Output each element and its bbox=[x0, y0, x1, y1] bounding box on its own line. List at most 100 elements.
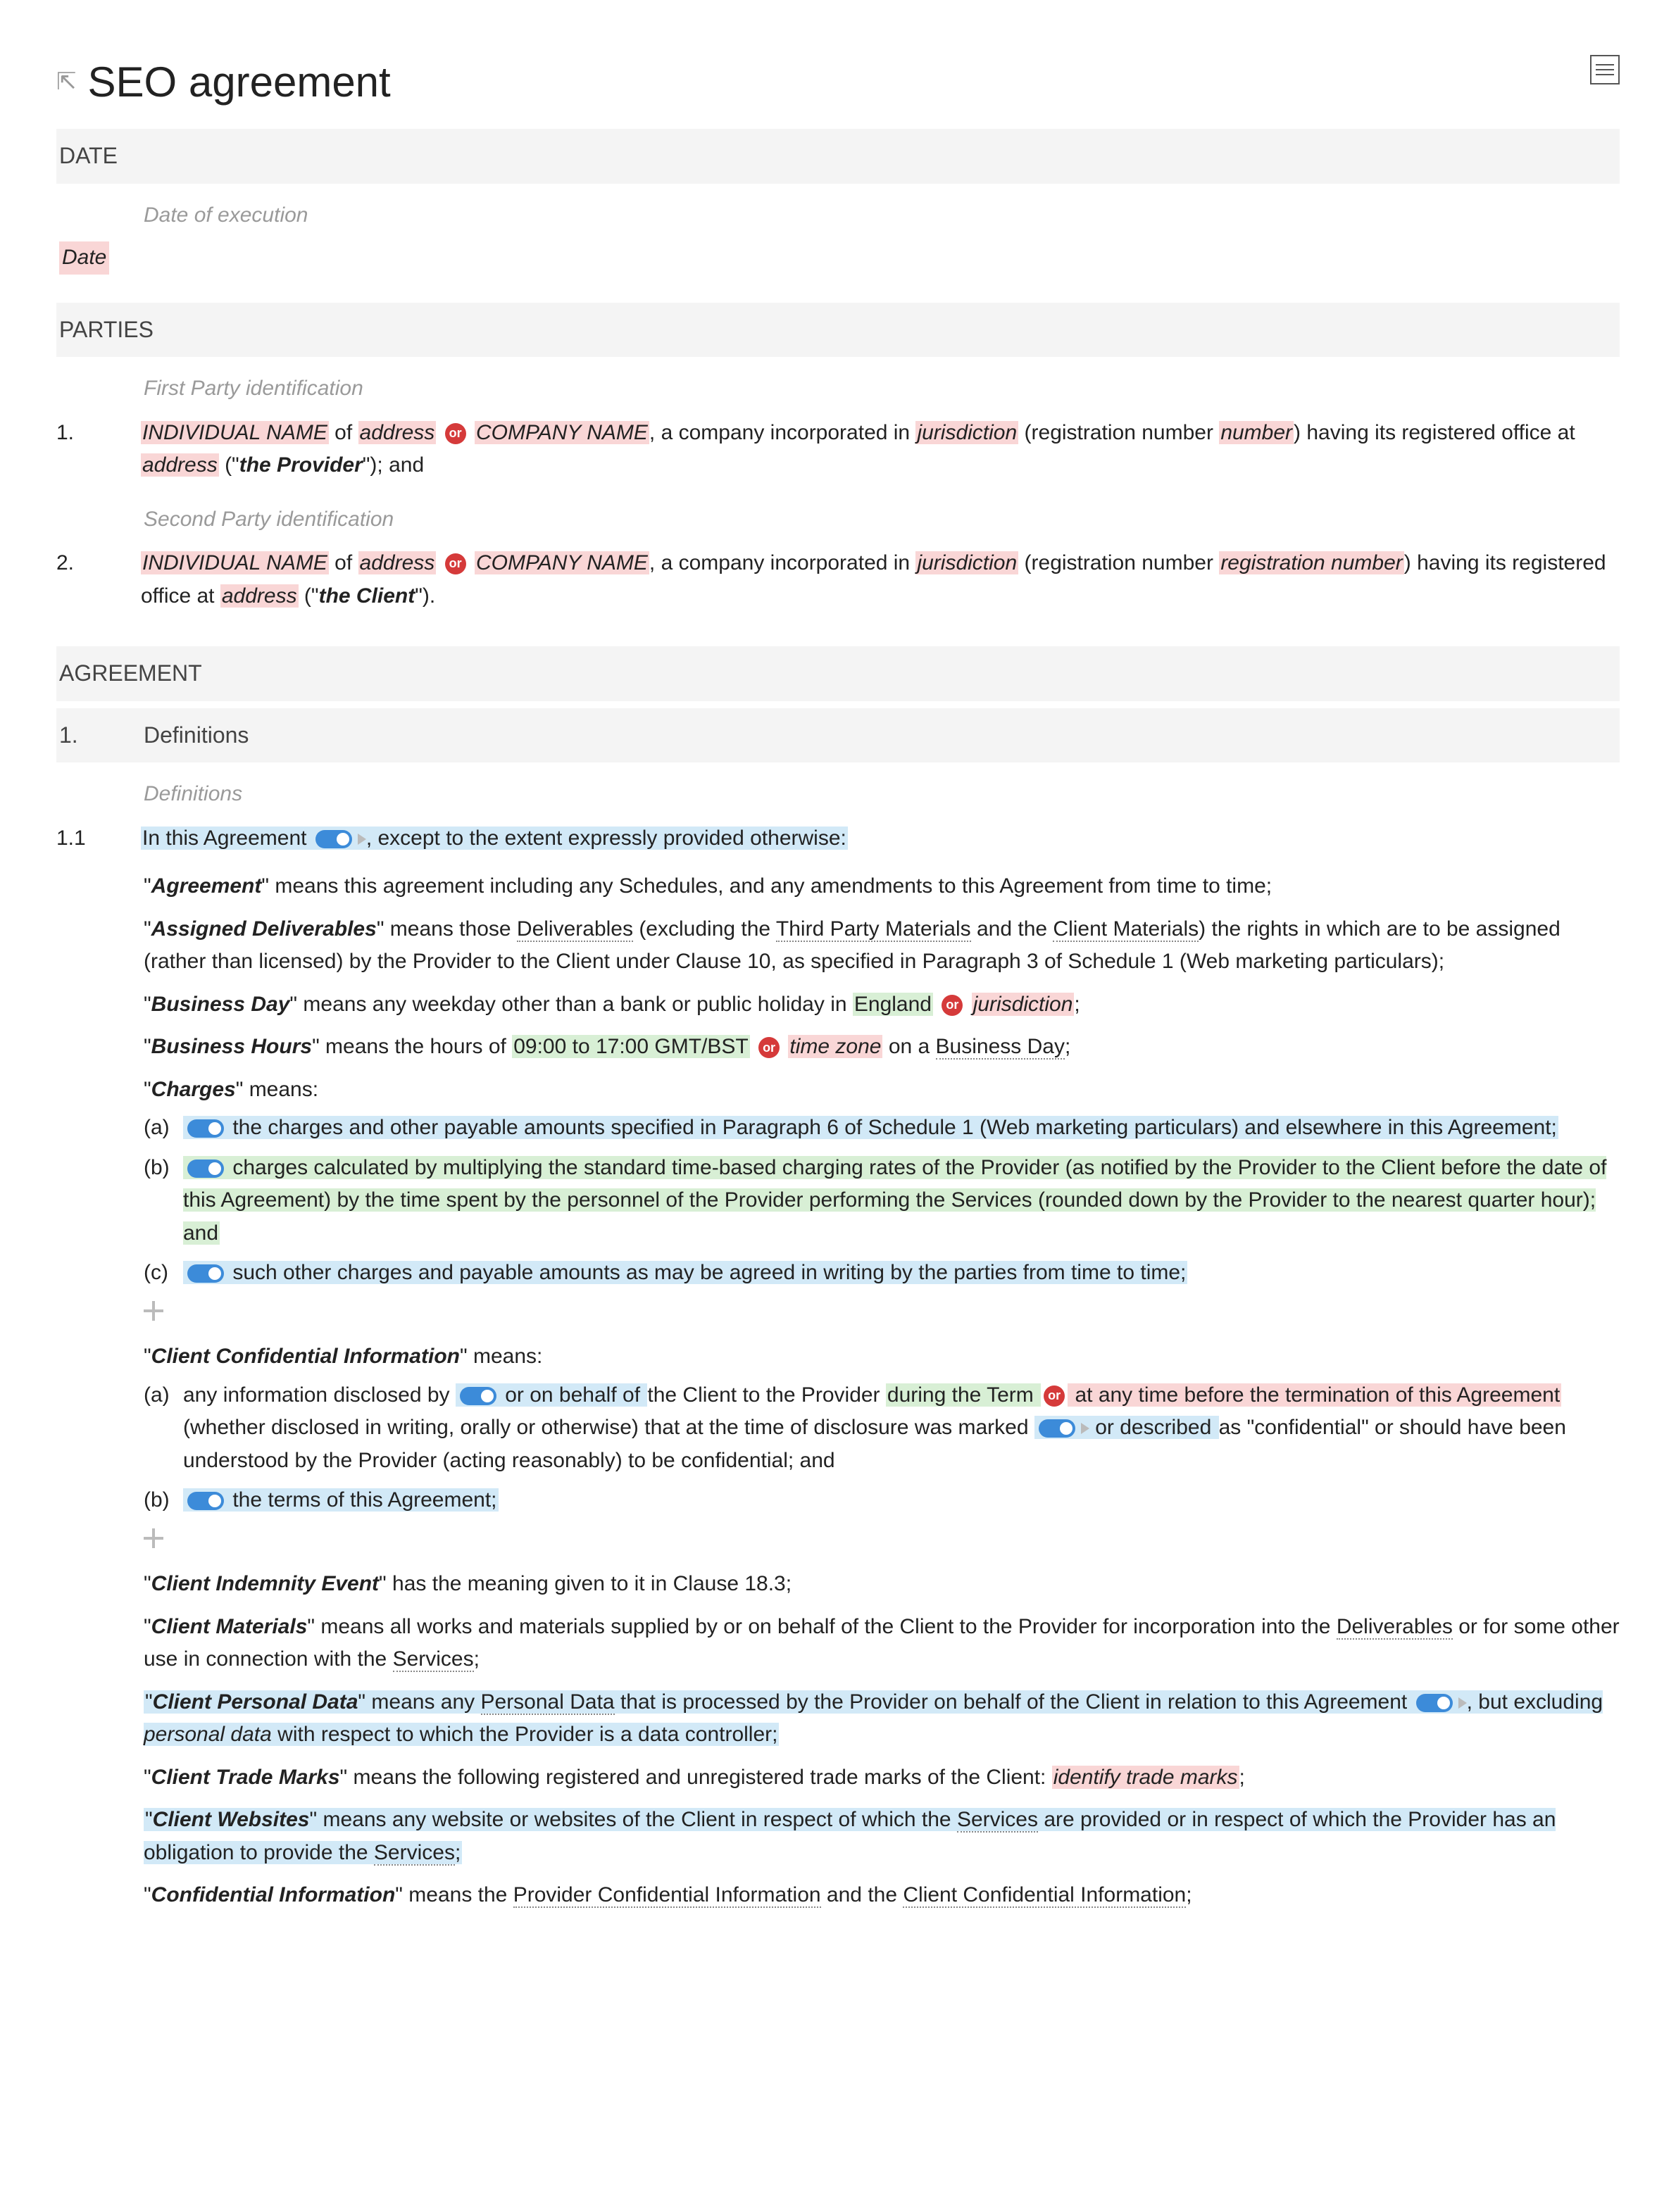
p2-defopen: (" bbox=[299, 584, 319, 608]
p1-defclose: "); and bbox=[363, 453, 424, 477]
party1-hint: First Party identification bbox=[56, 357, 1620, 411]
cie-body: " has the meaning given to it in Clause … bbox=[379, 1572, 792, 1595]
party1-content: INDIVIDUAL NAME of address or COMPANY NA… bbox=[141, 417, 1620, 482]
clause1-num: 1. bbox=[59, 718, 123, 753]
add-icon[interactable] bbox=[144, 1301, 163, 1321]
charges-b: (b) charges calculated by multiplying th… bbox=[144, 1152, 1620, 1250]
cci-b-letter: (b) bbox=[144, 1484, 175, 1517]
term-assigned: Assigned Deliverables bbox=[151, 917, 377, 941]
term-ci: Confidential Information bbox=[151, 1883, 396, 1906]
p2-address2[interactable]: address bbox=[220, 584, 299, 608]
or-badge[interactable]: or bbox=[758, 1037, 780, 1058]
p1-deflabel: the Provider bbox=[239, 453, 363, 477]
cpd-b3: , but excluding bbox=[1467, 1690, 1603, 1714]
p2-number[interactable]: registration number bbox=[1219, 551, 1403, 574]
toggle-icon[interactable] bbox=[187, 1119, 224, 1138]
toggle-icon[interactable] bbox=[187, 1160, 224, 1178]
bhours-tz[interactable]: time zone bbox=[788, 1035, 882, 1058]
term-cpd: Client Personal Data bbox=[153, 1690, 358, 1714]
date-hint: Date of execution bbox=[56, 184, 1620, 238]
cm-d2[interactable]: Services bbox=[393, 1647, 474, 1672]
ci-mid: and the bbox=[821, 1883, 903, 1906]
c11-lead-wrap: In this Agreement , except to the extent… bbox=[141, 827, 848, 850]
cci-a: (a) any information disclosed by or on b… bbox=[144, 1379, 1620, 1478]
def-bday: "Business Day" means any weekday other t… bbox=[56, 988, 1620, 1022]
def-cm: "Client Materials" means all works and m… bbox=[56, 1611, 1620, 1676]
p2-company[interactable]: COMPANY NAME bbox=[475, 551, 649, 574]
cci-a4[interactable]: during the Term bbox=[886, 1383, 1041, 1407]
document-title: ⇱ SEO agreement bbox=[56, 49, 1620, 115]
p1-company[interactable]: COMPANY NAME bbox=[475, 421, 649, 444]
def-agreement: "Agreement" means this agreement includi… bbox=[56, 870, 1620, 903]
assigned-d1[interactable]: Deliverables bbox=[517, 917, 633, 942]
party-row-2: 2. INDIVIDUAL NAME of address or COMPANY… bbox=[56, 541, 1620, 618]
date-field[interactable]: Date bbox=[59, 241, 109, 275]
or-badge[interactable]: or bbox=[445, 423, 466, 444]
p1-individual[interactable]: INDIVIDUAL NAME bbox=[141, 421, 329, 444]
toggle-icon[interactable] bbox=[315, 830, 352, 848]
add-icon[interactable] bbox=[144, 1528, 163, 1548]
assigned-m1: (excluding the bbox=[633, 917, 776, 941]
cpd-d1[interactable]: Personal Data bbox=[481, 1690, 615, 1715]
def-cw: "Client Websites" means any website or w… bbox=[56, 1804, 1620, 1869]
cw-end: ; bbox=[455, 1841, 461, 1864]
charges-a-letter: (a) bbox=[144, 1112, 175, 1145]
clause-1-1: 1.1 In this Agreement , except to the ex… bbox=[56, 817, 1620, 861]
p2-inc: , a company incorporated in bbox=[649, 551, 916, 574]
cci-b: (b) the terms of this Agreement; bbox=[144, 1484, 1620, 1517]
or-badge[interactable]: or bbox=[1044, 1385, 1065, 1407]
p1-address2[interactable]: address bbox=[141, 453, 219, 477]
toggle-icon[interactable] bbox=[460, 1387, 496, 1405]
party2-hint: Second Party identification bbox=[56, 488, 1620, 542]
toggle-icon[interactable] bbox=[187, 1264, 224, 1283]
p1-juris[interactable]: jurisdiction bbox=[915, 421, 1018, 444]
assigned-pre: " means those bbox=[377, 917, 517, 941]
body-agreement: " means this agreement including any Sch… bbox=[261, 874, 1272, 898]
charges-body: " means: bbox=[236, 1078, 318, 1101]
ctm-var[interactable]: identify trade marks bbox=[1052, 1766, 1239, 1789]
toggle-icon[interactable] bbox=[1039, 1419, 1075, 1438]
p2-individual[interactable]: INDIVIDUAL NAME bbox=[141, 551, 329, 574]
toggle-icon[interactable] bbox=[187, 1492, 224, 1510]
term-bday: Business Day bbox=[151, 993, 290, 1016]
p2-regopen: (registration number bbox=[1018, 551, 1219, 574]
p2-deflabel: the Client bbox=[319, 584, 415, 608]
def-assigned: "Assigned Deliverables" means those Deli… bbox=[56, 913, 1620, 979]
c11-tail: , except to the extent expressly provide… bbox=[366, 827, 846, 850]
play-icon bbox=[1458, 1697, 1467, 1709]
def-charges: "Charges" means: (a) the charges and oth… bbox=[56, 1074, 1620, 1331]
cw-b1: " means any website or websites of the C… bbox=[310, 1808, 957, 1831]
or-badge[interactable]: or bbox=[942, 995, 963, 1016]
party1-number: 1. bbox=[56, 417, 120, 482]
external-link-icon: ⇱ bbox=[56, 63, 77, 101]
assigned-m2: and the bbox=[971, 917, 1053, 941]
term-cie: Client Indemnity Event bbox=[151, 1572, 379, 1595]
toc-icon[interactable] bbox=[1590, 55, 1620, 84]
bday-england[interactable]: England bbox=[853, 993, 933, 1016]
p1-regclose: ) having its registered office at bbox=[1294, 421, 1575, 444]
ci-d2[interactable]: Client Confidential Information bbox=[903, 1883, 1186, 1908]
clause-1-header: 1. Definitions bbox=[56, 708, 1620, 763]
toggle-icon[interactable] bbox=[1416, 1694, 1453, 1712]
bday-juris[interactable]: jurisdiction bbox=[972, 993, 1075, 1016]
p2-juris[interactable]: jurisdiction bbox=[915, 551, 1018, 574]
cci-a5[interactable]: at any time before the termination of th… bbox=[1068, 1383, 1561, 1407]
term-cw: Client Websites bbox=[153, 1808, 310, 1831]
or-badge[interactable]: or bbox=[445, 553, 466, 574]
bhours-bd[interactable]: Business Day bbox=[936, 1035, 1065, 1060]
bhours-time[interactable]: 09:00 to 17:00 GMT/BST bbox=[512, 1035, 750, 1058]
cw-s1[interactable]: Services bbox=[957, 1808, 1038, 1833]
cpd-b4: with respect to which the Provider is a … bbox=[272, 1723, 778, 1746]
ci-d1[interactable]: Provider Confidential Information bbox=[513, 1883, 821, 1908]
bday-end: ; bbox=[1074, 993, 1080, 1016]
p2-defclose: "). bbox=[415, 584, 435, 608]
assigned-d2[interactable]: Third Party Materials bbox=[776, 917, 971, 942]
charges-c-letter: (c) bbox=[144, 1257, 175, 1290]
cm-d1[interactable]: Deliverables bbox=[1337, 1615, 1453, 1640]
assigned-d3[interactable]: Client Materials bbox=[1053, 917, 1199, 942]
cpd-pd: personal data bbox=[144, 1723, 272, 1746]
cw-s2[interactable]: Services bbox=[374, 1841, 455, 1866]
p1-address1[interactable]: address bbox=[358, 421, 437, 444]
p1-number[interactable]: number bbox=[1219, 421, 1294, 444]
p2-address1[interactable]: address bbox=[358, 551, 437, 574]
